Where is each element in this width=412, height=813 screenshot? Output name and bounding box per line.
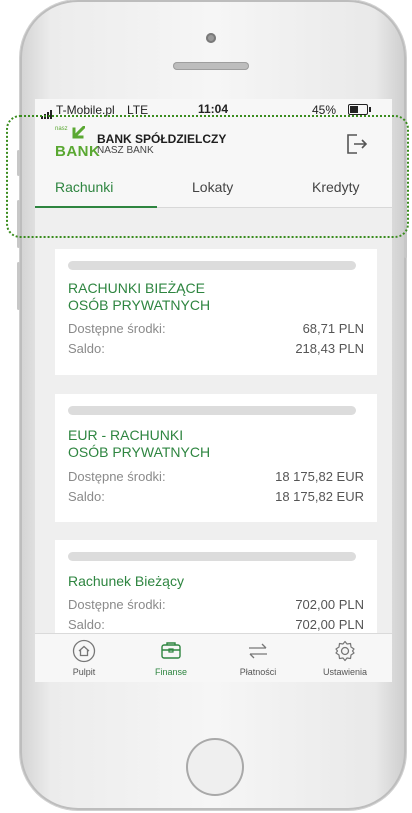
bottom-navigation: Pulpit Finanse Płatności Ustawienia: [35, 633, 392, 682]
nav-finanse[interactable]: Finanse: [135, 634, 207, 682]
available-funds-value: 702,00 PLN: [295, 597, 364, 612]
home-button[interactable]: [186, 738, 244, 796]
account-title-line2: OSÓB PRYWATNYCH: [68, 297, 211, 313]
masked-account-number: [68, 406, 356, 415]
available-funds-value: 18 175,82 EUR: [275, 469, 364, 484]
speaker-grille: [173, 62, 249, 70]
nav-platnosci[interactable]: Płatności: [222, 634, 294, 682]
balance-value: 18 175,82 EUR: [275, 489, 364, 504]
account-title: RACHUNKI BIEŻĄCE: [68, 280, 205, 296]
front-camera: [206, 33, 216, 43]
wallet-icon: [161, 642, 181, 659]
nav-label: Płatności: [239, 667, 277, 677]
balance-value: 702,00 PLN: [295, 617, 364, 632]
available-funds-label: Dostępne środki:: [68, 597, 166, 612]
highlight-frame: [6, 115, 409, 238]
available-funds-value: 68,71 PLN: [302, 321, 364, 336]
nav-label: Finanse: [154, 667, 188, 677]
masked-account-number: [68, 552, 356, 561]
balance-label: Saldo:: [68, 341, 105, 356]
account-card[interactable]: EUR - RACHUNKI OSÓB PRYWATNYCH Dostępne …: [55, 394, 377, 522]
account-title: Rachunek Bieżący: [68, 573, 184, 589]
nav-label: Ustawienia: [322, 667, 368, 677]
home-icon: [72, 639, 96, 663]
balance-label: Saldo:: [68, 489, 105, 504]
gear-icon: [335, 640, 355, 662]
transfer-icon: [249, 643, 267, 659]
clock: 11:04: [198, 102, 229, 116]
nav-ustawienia[interactable]: Ustawienia: [309, 634, 381, 682]
masked-account-number: [68, 261, 356, 270]
balance-value: 218,43 PLN: [295, 341, 364, 356]
balance-label: Saldo:: [68, 617, 105, 632]
nav-label: Pulpit: [72, 667, 96, 677]
battery-icon: [348, 104, 371, 115]
account-title-line2: OSÓB PRYWATNYCH: [68, 444, 211, 460]
account-card[interactable]: RACHUNKI BIEŻĄCE OSÓB PRYWATNYCH Dostępn…: [55, 249, 377, 375]
available-funds-label: Dostępne środki:: [68, 469, 166, 484]
available-funds-label: Dostępne środki:: [68, 321, 166, 336]
volume-down-button: [17, 262, 20, 310]
nav-pulpit[interactable]: Pulpit: [48, 634, 120, 682]
account-title: EUR - RACHUNKI: [68, 427, 184, 443]
